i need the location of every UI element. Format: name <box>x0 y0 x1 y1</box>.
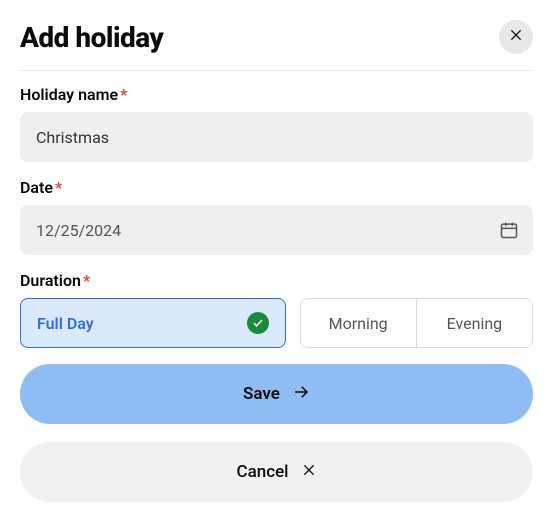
close-icon <box>301 462 317 483</box>
duration-full-day-label: Full Day <box>37 314 94 333</box>
duration-option-morning[interactable]: Morning <box>301 299 416 347</box>
required-marker: * <box>83 271 90 290</box>
holiday-name-input[interactable] <box>20 112 533 162</box>
required-marker: * <box>55 178 62 197</box>
duration-option-full-day[interactable]: Full Day <box>20 298 286 348</box>
date-label: Date* <box>20 178 533 197</box>
dialog-title: Add holiday <box>20 21 163 54</box>
cancel-button[interactable]: Cancel <box>20 442 533 502</box>
save-button-label: Save <box>243 384 280 404</box>
holiday-name-label-text: Holiday name <box>20 85 118 104</box>
duration-option-evening[interactable]: Evening <box>416 299 532 347</box>
date-input[interactable] <box>20 205 533 255</box>
duration-label: Duration* <box>20 271 533 290</box>
required-marker: * <box>120 85 127 104</box>
close-icon <box>508 27 524 47</box>
cancel-button-label: Cancel <box>236 462 288 482</box>
holiday-name-label: Holiday name* <box>20 85 533 104</box>
duration-label-text: Duration <box>20 271 81 290</box>
close-button[interactable] <box>499 20 533 54</box>
check-icon <box>247 312 269 334</box>
date-label-text: Date <box>20 178 53 197</box>
save-button[interactable]: Save <box>20 364 533 424</box>
arrow-right-icon <box>292 383 310 406</box>
